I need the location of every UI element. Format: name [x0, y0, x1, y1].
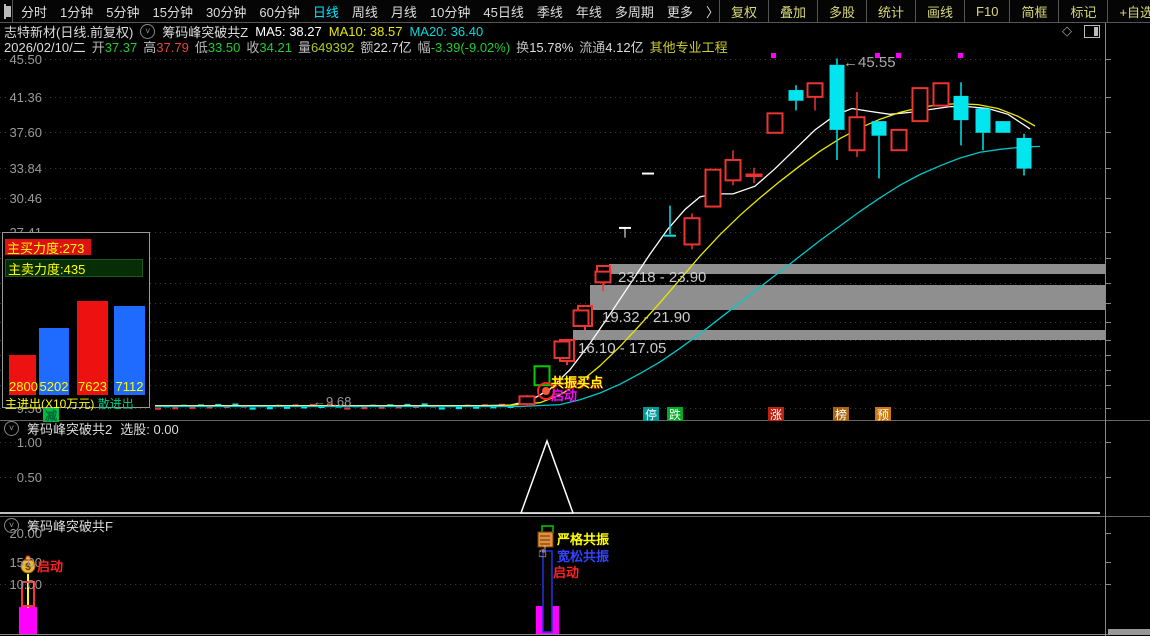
- toolbar-button-6[interactable]: 简框: [1009, 0, 1058, 22]
- capital-flow-panel: 主买力度:273 主卖力度:435 2800 5202 7623 7112 主进出(X…: [2, 232, 150, 411]
- stock-app-window: $ 分时 1分钟 5分钟 15分钟 30分钟 60分钟 日线 周线 月线 10分钟 45日线 季线 年线…: [0, 0, 1150, 636]
- diamond-icon[interactable]: ◇: [1062, 23, 1072, 39]
- sub-axis-label: 15.00: [9, 555, 42, 570]
- sub1-select-value: 选股: 0.00: [120, 422, 179, 437]
- quote-field-8: 流通4.12亿: [579, 40, 644, 55]
- period-tab-10[interactable]: 45日线: [483, 2, 523, 21]
- market-button-3[interactable]: 榜: [833, 407, 849, 422]
- toolbar-button-7[interactable]: 标记: [1058, 0, 1107, 22]
- market-button-1[interactable]: 跌: [667, 407, 683, 422]
- period-tab-13[interactable]: 多周期: [615, 2, 654, 21]
- toolbar-button-4[interactable]: 画线: [915, 0, 964, 22]
- start-signal-label: 启动: [37, 559, 64, 574]
- pointing-hand-icon: ☝: [538, 544, 548, 561]
- chip-band-label: 23.18 - 23.90: [618, 269, 707, 286]
- period-tab-6[interactable]: 日线: [313, 2, 339, 21]
- price-axis-label: 30.46: [9, 191, 42, 206]
- period-tab-9[interactable]: 10分钟: [430, 2, 470, 21]
- loose-resonance-label: 宽松共振: [557, 549, 610, 564]
- buy-strength-badge: 主买力度:273: [5, 239, 91, 256]
- low-price-annotation: ←9.68: [313, 394, 352, 409]
- quote-field-0: 开37.37: [91, 40, 138, 55]
- period-tab-2[interactable]: 5分钟: [106, 2, 139, 21]
- toolbar-actions: 复权叠加多股统计画线F10简框标记+自选返回: [718, 0, 1150, 22]
- quote-field-5: 额22.7亿: [360, 40, 412, 55]
- sub-axis-label: 0.50: [16, 470, 42, 485]
- quote-field-3: 收34.21: [246, 40, 292, 55]
- retail-inout-label: 散进出: [97, 397, 134, 411]
- chip-band-label: 19.32 - 21.90: [602, 309, 691, 326]
- capital-bar-0: 2800: [9, 355, 38, 395]
- capital-footer: 主进出(X10万元) 散进出: [5, 395, 134, 412]
- high-price-annotation: ←45.55: [843, 54, 896, 71]
- market-button-2[interactable]: 涨: [768, 407, 784, 422]
- toolbar-button-5[interactable]: F10: [964, 0, 1009, 22]
- reduce-badge: 减: [43, 408, 59, 423]
- quote-field-2: 低33.50: [194, 40, 241, 55]
- sub1-indicator-name: 筹码峰突破共2: [27, 422, 113, 437]
- capital-bar-3: 7112: [114, 306, 145, 395]
- period-tab-3[interactable]: 15分钟: [152, 2, 192, 21]
- capital-bar-2: 7623: [77, 301, 108, 395]
- layout-toggle-icon[interactable]: [4, 3, 11, 19]
- period-tab-12[interactable]: 年线: [576, 2, 602, 21]
- quote-date: 2026/02/10/二: [4, 40, 86, 55]
- quote-field-4: 量649392: [297, 40, 355, 55]
- quote-field-9: 其他专业工程: [649, 40, 728, 55]
- sub-panel-2-header: ˅ 筹码峰突破共F: [4, 518, 113, 534]
- sub2-indicator-name: 筹码峰突破共F: [27, 519, 113, 534]
- toolbar-button-8[interactable]: +自选: [1107, 0, 1150, 22]
- period-toolbar: 分时 1分钟 5分钟 15分钟 30分钟 60分钟 日线 周线 月线 10分钟 45日线 季线 年线 多周…: [0, 0, 1150, 23]
- strict-resonance-label: 严格共振: [557, 532, 610, 547]
- period-tab-8[interactable]: 月线: [391, 2, 417, 21]
- split-view-icon[interactable]: [1084, 25, 1100, 38]
- sell-strength-badge: 主卖力度:435: [5, 259, 143, 277]
- price-axis-label: 41.36: [9, 90, 42, 105]
- toolbar-button-3[interactable]: 统计: [866, 0, 915, 22]
- price-axis-label: 33.84: [9, 161, 42, 176]
- sub-axis-label: 10.00: [9, 577, 42, 592]
- toolbar-button-0[interactable]: 复权: [718, 0, 768, 22]
- capital-bar-1: 5202: [39, 328, 69, 395]
- chevron-down-icon[interactable]: ˅: [4, 421, 19, 436]
- more-chevron-icon[interactable]: 〉: [706, 2, 719, 21]
- quote-field-6: 幅-3.39(-9.02%): [417, 40, 511, 55]
- daily-quote-row: 2026/02/10/二 开37.37 高37.79 低33.50 收34.21 量64…: [4, 39, 728, 55]
- market-button-4[interactable]: 预: [875, 407, 891, 422]
- period-tab-4[interactable]: 30分钟: [206, 2, 246, 21]
- period-tabs: 分时 1分钟 5分钟 15分钟 30分钟 60分钟 日线 周线 月线 10分钟 45日线 季线 年线 多周…: [12, 0, 719, 22]
- market-button-0[interactable]: 停: [643, 407, 659, 422]
- toolbar-button-1[interactable]: 叠加: [767, 0, 817, 22]
- period-tab-11[interactable]: 季线: [537, 2, 563, 21]
- quote-field-1: 高37.79: [143, 40, 189, 55]
- start-label: 启动: [551, 388, 578, 403]
- period-tab-1[interactable]: 1分钟: [60, 2, 93, 21]
- chevron-down-icon[interactable]: ˅: [4, 518, 19, 533]
- period-tab-7[interactable]: 周线: [352, 2, 378, 21]
- sub-panel-1-header: ˅ 筹码峰突破共2 选股: 0.00: [4, 421, 179, 437]
- period-tab-5[interactable]: 60分钟: [259, 2, 299, 21]
- price-axis-label: 37.60: [9, 125, 42, 140]
- period-tab-14[interactable]: 更多: [667, 2, 693, 21]
- toolbar-button-2[interactable]: 多股: [816, 0, 866, 22]
- period-tab-0[interactable]: 分时: [21, 2, 47, 21]
- chip-band-label: 16.10 - 17.05: [578, 340, 667, 357]
- quote-field-7: 换15.78%: [516, 40, 574, 55]
- start-signal-label: 启动: [553, 565, 580, 580]
